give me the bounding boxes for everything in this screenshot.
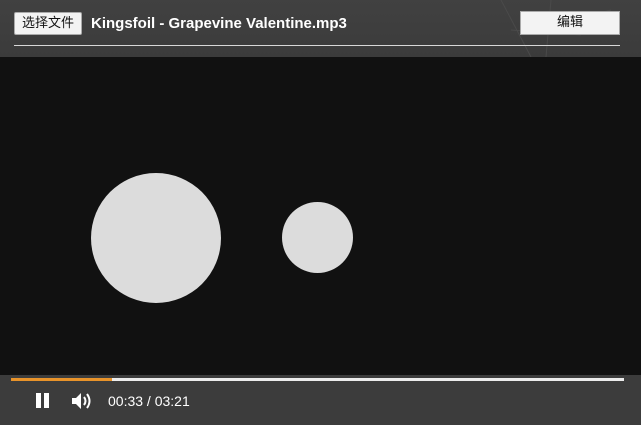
volume-icon: [72, 393, 91, 409]
visualizer-circle-large: [91, 173, 221, 303]
file-name: Kingsfoil - Grapevine Valentine.mp3: [91, 15, 347, 32]
header-divider: [14, 45, 620, 46]
top-toolbar: 选择文件 Kingsfoil - Grapevine Valentine.mp3…: [0, 0, 641, 57]
time-display: 00:33 / 03:21: [108, 393, 190, 409]
audio-visualizer: [0, 57, 641, 375]
visualizer-circle-small: [282, 202, 353, 273]
player-controls: 00:33 / 03:21: [0, 375, 641, 425]
choose-file-button[interactable]: 选择文件: [14, 12, 83, 35]
edit-button[interactable]: 编辑: [520, 11, 620, 35]
pause-icon: [36, 393, 41, 408]
pause-button[interactable]: [36, 393, 50, 408]
progress-bar[interactable]: [11, 378, 624, 381]
progress-fill: [11, 378, 112, 381]
volume-button[interactable]: [71, 392, 95, 410]
